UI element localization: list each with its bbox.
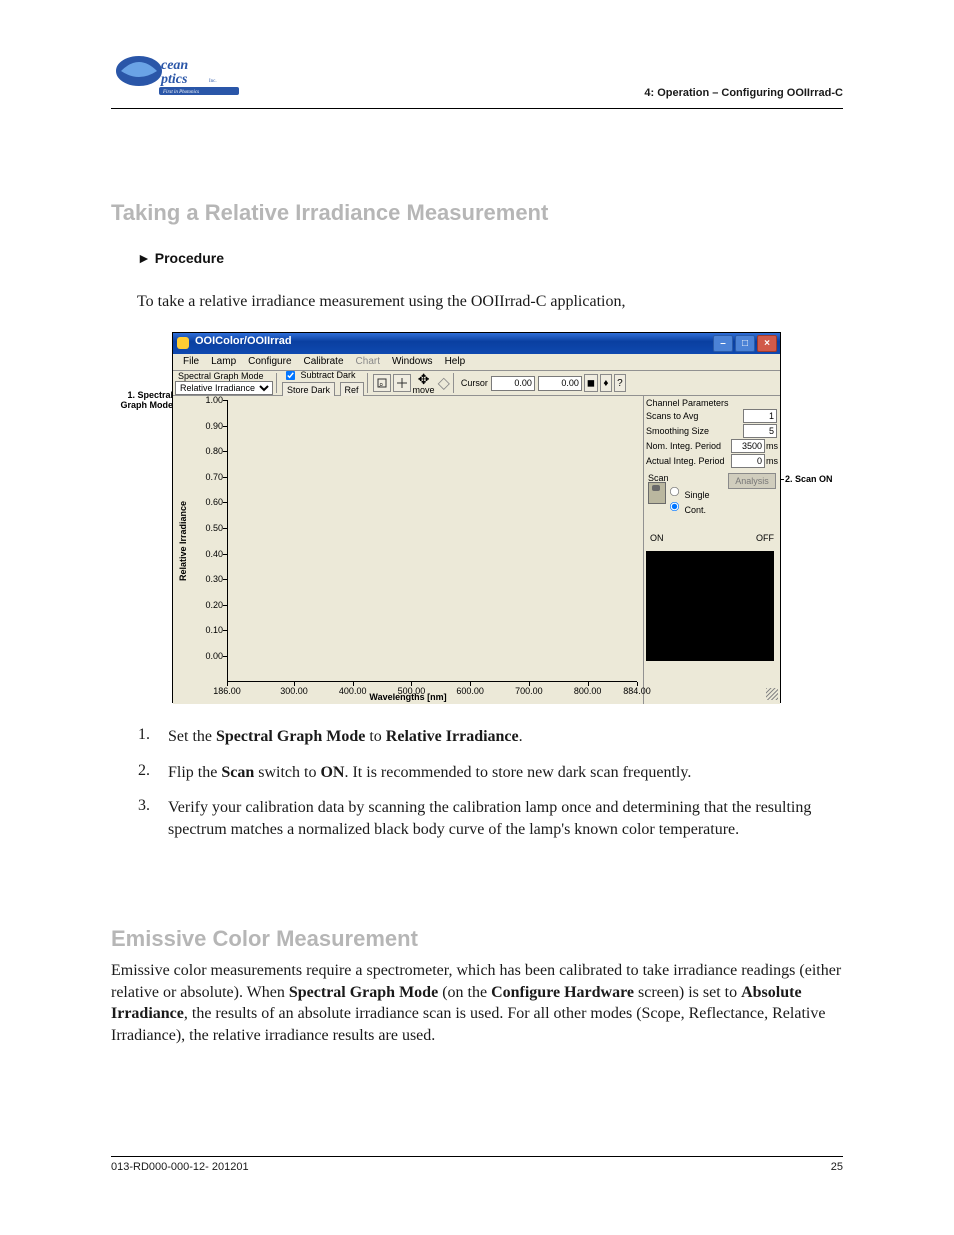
x-tick: 700.00 [515, 686, 543, 696]
callout-right: 2. Scan ON [785, 474, 833, 484]
svg-text:ptics: ptics [160, 72, 188, 87]
param-value[interactable]: 0 [731, 454, 765, 468]
procedure-steps: 1.Set the Spectral Graph Mode to Relativ… [138, 726, 854, 854]
analysis-button[interactable]: Analysis [728, 473, 776, 489]
y-tick: 0.70 [193, 472, 223, 482]
move-icon[interactable]: ✥ [418, 372, 430, 386]
cursor-y[interactable]: 0.00 [538, 376, 582, 391]
step-item: 3.Verify your calibration data by scanni… [138, 797, 854, 840]
side-panel: Channel Parameters Scans to Avg1Smoothin… [643, 396, 780, 704]
svg-text:cean: cean [161, 58, 188, 73]
menu-windows[interactable]: Windows [386, 354, 439, 370]
svg-text:Inc.: Inc. [209, 79, 217, 84]
spectral-mode-label: Spectral Graph Mode [178, 372, 273, 381]
x-axis-label: Wavelengths [nm] [369, 692, 446, 702]
menubar: FileLampConfigureCalibrateChartWindowsHe… [173, 354, 780, 371]
subtract-dark-checkbox[interactable]: Subtract Dark [284, 369, 364, 382]
y-tick: 0.20 [193, 600, 223, 610]
tool-icon-1[interactable]: ⌕ [373, 374, 391, 392]
x-tick: 884.00 [623, 686, 651, 696]
y-tick: 0.50 [193, 523, 223, 533]
y-tick: 0.40 [193, 549, 223, 559]
cursor-btn-2[interactable]: ♦ [600, 374, 612, 392]
section-title-2: Emissive Color Measurement [111, 926, 418, 952]
arrow-icon: ► [137, 250, 151, 266]
y-tick: 1.00 [193, 395, 223, 405]
svg-text:First in Photonics: First in Photonics [162, 90, 199, 95]
menu-chart[interactable]: Chart [350, 354, 386, 370]
x-tick: 300.00 [280, 686, 308, 696]
scan-switch[interactable] [648, 482, 666, 504]
cursor-btn-1[interactable]: ◼ [584, 374, 598, 392]
ocean-optics-logo-icon: cean ptics Inc. First in Photonics [111, 49, 246, 99]
footer-right: 25 [831, 1161, 843, 1173]
y-tick: 0.10 [193, 625, 223, 635]
param-value[interactable]: 1 [743, 409, 777, 423]
store-dark-button[interactable]: Store Dark [282, 382, 335, 397]
maximize-button[interactable]: □ [735, 335, 755, 352]
param-value[interactable]: 3500 [731, 439, 765, 453]
tool-icon-2[interactable] [393, 374, 411, 392]
diamond-icon[interactable]: ◇ [438, 373, 450, 393]
window-title: OOIColor/OOIIrrad [195, 335, 292, 347]
footer-left: 013-RD000-000-12- 201201 [111, 1161, 249, 1173]
toolbar: Spectral Graph Mode Relative Irradiance … [173, 371, 780, 396]
step-item: 1.Set the Spectral Graph Mode to Relativ… [138, 726, 854, 748]
app-window: OOIColor/OOIIrrad – □ × FileLampConfigur… [172, 332, 781, 703]
cursor-btn-3[interactable]: ? [614, 374, 626, 392]
app-icon [177, 337, 189, 349]
y-tick: 0.00 [193, 651, 223, 661]
minimize-button[interactable]: – [713, 335, 733, 352]
spectrum-plot: Relative Irradiance 0.00 0.10 0.20 0.30 0.40… [173, 396, 643, 704]
scan-off-label: OFF [756, 533, 774, 543]
step-item: 2.Flip the Scan switch to ON. It is reco… [138, 762, 854, 784]
page-footer: 013-RD000-000-12- 201201 25 [111, 1156, 843, 1173]
x-tick: 800.00 [574, 686, 602, 696]
y-tick: 0.80 [193, 446, 223, 456]
resize-grip-icon[interactable] [766, 688, 778, 700]
svg-text:⌕: ⌕ [379, 380, 383, 389]
close-button[interactable]: × [757, 335, 777, 352]
menu-lamp[interactable]: Lamp [205, 354, 242, 370]
scan-on-label: ON [650, 533, 664, 543]
ref-button[interactable]: Ref [340, 382, 364, 397]
param-row: Smoothing Size5 [646, 424, 778, 438]
channel-params-header: Channel Parameters [646, 398, 778, 408]
scan-cont-radio[interactable]: Cont. [668, 500, 776, 515]
callout-left: 1. Spectral Graph Mode [117, 390, 173, 411]
menu-calibrate[interactable]: Calibrate [298, 354, 350, 370]
procedure-label: Procedure [155, 250, 224, 266]
emissive-paragraph: Emissive color measurements require a sp… [111, 960, 846, 1046]
titlebar[interactable]: OOIColor/OOIIrrad – □ × [173, 333, 780, 354]
param-value[interactable]: 5 [743, 424, 777, 438]
section-title-1: Taking a Relative Irradiance Measurement [111, 200, 548, 226]
x-tick: 400.00 [339, 686, 367, 696]
header-right-text: 4: Operation – Configuring OOIIrrad-C [644, 87, 843, 99]
cursor-label: Cursor [461, 378, 488, 388]
intro-text: To take a relative irradiance measuremen… [137, 293, 842, 311]
y-axis-label: Relative Irradiance [178, 481, 188, 601]
x-tick: 600.00 [456, 686, 484, 696]
scan-box: Scan Analysis Single Cont. ON OFF [646, 472, 778, 547]
preview-black-area [646, 551, 774, 661]
y-tick: 0.30 [193, 574, 223, 584]
spectral-mode-select[interactable]: Relative Irradiance [175, 381, 273, 395]
menu-configure[interactable]: Configure [242, 354, 297, 370]
param-row: Nom. Integ. Period3500ms [646, 439, 778, 453]
cursor-x[interactable]: 0.00 [491, 376, 535, 391]
y-tick: 0.60 [193, 497, 223, 507]
param-row: Actual Integ. Period0ms [646, 454, 778, 468]
param-row: Scans to Avg1 [646, 409, 778, 423]
procedure-heading: ► Procedure [137, 250, 224, 266]
menu-help[interactable]: Help [439, 354, 472, 370]
x-tick: 186.00 [213, 686, 241, 696]
y-tick: 0.90 [193, 421, 223, 431]
menu-file[interactable]: File [177, 354, 205, 370]
page-header: cean ptics Inc. First in Photonics 4: Op… [111, 49, 843, 113]
